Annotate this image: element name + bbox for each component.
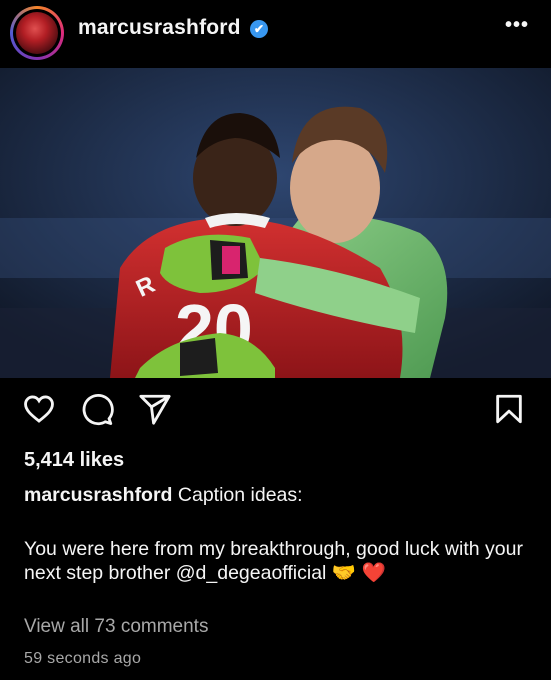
username[interactable]: marcusrashford: [78, 16, 241, 40]
caption-lead: Caption ideas:: [177, 484, 303, 506]
caption-username[interactable]: marcusrashford: [24, 484, 172, 506]
caption-header: marcusrashford Caption ideas:: [24, 483, 529, 507]
more-options-icon[interactable]: •••: [505, 14, 529, 37]
share-icon[interactable]: [138, 392, 172, 426]
view-comments-link[interactable]: View all 73 comments: [24, 616, 208, 638]
post-header: marcusrashford ✔ •••: [0, 0, 551, 64]
post-actions: [0, 392, 551, 432]
bookmark-icon[interactable]: [492, 392, 526, 426]
avatar-image: [16, 12, 58, 54]
comment-icon[interactable]: [80, 392, 114, 426]
post-image[interactable]: 20 R: [0, 68, 551, 378]
caption-emojis: 🤝 ❤️: [331, 562, 386, 584]
verified-badge-icon: ✔: [250, 20, 268, 38]
heart-icon[interactable]: [22, 392, 56, 426]
like-count[interactable]: 5,414 likes: [24, 449, 124, 472]
post-timestamp: 59 seconds ago: [24, 650, 142, 667]
post-photo-illustration: 20 R: [0, 68, 551, 378]
caption-text: You were here from my breakthrough, good…: [24, 538, 523, 584]
avatar[interactable]: [10, 6, 64, 60]
caption-body: You were here from my breakthrough, good…: [24, 537, 529, 585]
